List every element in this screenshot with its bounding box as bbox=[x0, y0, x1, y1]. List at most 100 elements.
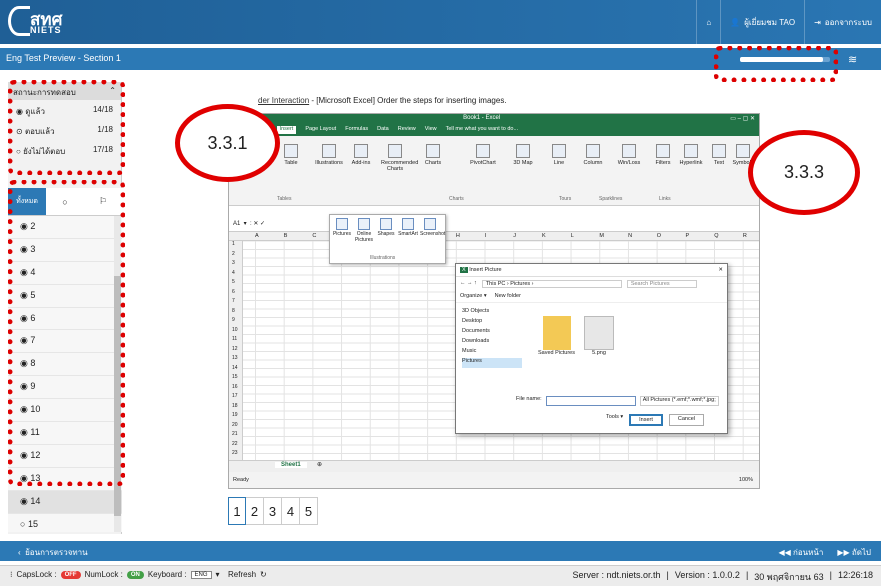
ribbon-button[interactable]: Illustrations bbox=[315, 144, 343, 166]
illustration-option[interactable]: Shapes bbox=[376, 218, 396, 237]
illustration-option[interactable]: Online Pictures bbox=[354, 218, 374, 243]
page-button[interactable]: 5 bbox=[300, 497, 318, 525]
ribbon-group-label: Tables bbox=[277, 196, 292, 202]
illustration-option[interactable]: Pictures bbox=[332, 218, 352, 237]
next-label: ถัดไป bbox=[851, 548, 871, 557]
new-folder-button[interactable]: New folder bbox=[495, 293, 521, 300]
page-button[interactable]: 2 bbox=[246, 497, 264, 525]
page-button[interactable]: 3 bbox=[264, 497, 282, 525]
sheet-tab[interactable]: Sheet1 bbox=[275, 462, 307, 468]
keyboard-lang[interactable]: ENG bbox=[190, 570, 212, 579]
question-item[interactable]: ○ 15 bbox=[8, 513, 122, 532]
image-item[interactable]: 5.png bbox=[584, 316, 614, 356]
illustration-label: Pictures bbox=[332, 231, 352, 237]
user-button[interactable]: 👤 ผู้เยี่ยมชม TAO bbox=[720, 0, 804, 44]
ribbon-label: Win/Loss bbox=[617, 160, 641, 166]
row-header: 21 bbox=[232, 431, 238, 437]
tools-button[interactable]: Tools ▾ bbox=[606, 414, 623, 426]
add-sheet-icon[interactable]: ⊕ bbox=[317, 461, 322, 468]
ribbon-button[interactable]: Line bbox=[545, 144, 573, 166]
folder-tree-item[interactable]: 3D Objects bbox=[462, 308, 522, 318]
column-header: O bbox=[656, 233, 662, 239]
illustration-icon bbox=[336, 218, 348, 230]
folder-tree-item[interactable]: Pictures bbox=[462, 358, 522, 368]
excel-tab[interactable]: Formulas bbox=[345, 126, 368, 134]
folder-item[interactable]: Saved Pictures bbox=[538, 316, 575, 356]
back-review-button[interactable]: ‹ ย้อนการตรวจทาน bbox=[18, 546, 88, 559]
folder-tree-item[interactable]: Desktop bbox=[462, 318, 522, 328]
page-button[interactable]: 4 bbox=[282, 497, 300, 525]
folder-tree-item[interactable]: Downloads bbox=[462, 338, 522, 348]
wifi-icon: ≋ bbox=[848, 54, 858, 66]
annotation-bubble-1: 3.3.1 bbox=[175, 104, 280, 182]
insert-button[interactable]: Insert bbox=[629, 414, 663, 426]
row-header: 3 bbox=[232, 260, 235, 266]
file-name-input[interactable] bbox=[545, 396, 636, 406]
ribbon-button[interactable]: PivotChart bbox=[469, 144, 497, 166]
ribbon-button[interactable]: Win/Loss bbox=[615, 144, 643, 166]
ribbon-icon bbox=[736, 144, 750, 158]
row-header: 7 bbox=[232, 298, 235, 304]
ribbon-icon bbox=[552, 144, 566, 158]
illustration-option[interactable]: Screenshot bbox=[420, 218, 445, 237]
dialog-search[interactable]: Search Pictures bbox=[626, 280, 697, 288]
ribbon-button[interactable]: Filters bbox=[649, 144, 677, 166]
status-bar: ⁝ CapsLock : OFF NumLock : ON Keyboard : ENG ▾… bbox=[0, 565, 881, 586]
ribbon-icon bbox=[426, 144, 440, 158]
ribbon-label: Text bbox=[713, 160, 725, 166]
dialog-path[interactable]: This PC › Pictures › bbox=[481, 280, 622, 288]
row-header: 14 bbox=[232, 364, 238, 371]
ribbon-button[interactable]: 3D Map bbox=[509, 144, 537, 166]
column-header: K bbox=[542, 233, 546, 239]
ribbon-icon bbox=[476, 144, 490, 158]
cancel-button[interactable]: Cancel bbox=[668, 414, 705, 426]
prev-button[interactable]: ◀◀ ก่อนหน้า bbox=[778, 546, 823, 559]
row-header: 2 bbox=[232, 250, 235, 257]
illustration-icon bbox=[380, 218, 392, 230]
section-title: Eng Test Preview - Section 1 bbox=[6, 53, 121, 63]
next-button[interactable]: ▶▶ ถัดไป bbox=[837, 546, 871, 559]
row-header: 6 bbox=[232, 288, 235, 295]
organize-button[interactable]: Organize ▾ bbox=[460, 293, 487, 300]
ribbon-button[interactable]: Charts bbox=[419, 144, 447, 166]
ribbon-button[interactable]: Column bbox=[579, 144, 607, 166]
row-header: 16 bbox=[232, 383, 238, 390]
row-header: 12 bbox=[232, 345, 238, 352]
logout-icon: ⇥ bbox=[814, 17, 821, 27]
excel-tab[interactable]: Insert bbox=[276, 126, 297, 134]
question-item[interactable]: ◉ 14 bbox=[8, 490, 122, 514]
excel-tab[interactable]: View bbox=[425, 126, 437, 134]
home-button[interactable]: ⌂ bbox=[696, 0, 720, 44]
refresh-button[interactable]: Refresh bbox=[228, 570, 256, 579]
refresh-icon[interactable]: ↻ bbox=[260, 570, 267, 579]
illustration-option[interactable]: SmartArt bbox=[398, 218, 418, 237]
page-button[interactable]: 1 bbox=[228, 497, 246, 525]
column-header: B bbox=[283, 233, 288, 239]
folder-tree-item[interactable]: Documents bbox=[462, 328, 522, 338]
file-name-label: File name: bbox=[516, 396, 542, 402]
file-type-select[interactable]: All Pictures (*.emf;*.wmf;*.jpg; bbox=[639, 396, 719, 406]
ribbon-label: Recommended Charts bbox=[381, 160, 419, 172]
close-icon[interactable]: ✕ bbox=[718, 267, 723, 273]
annotation-box-list bbox=[8, 180, 125, 486]
ribbon-button[interactable]: Table bbox=[277, 144, 305, 166]
column-header: P bbox=[685, 233, 690, 239]
excel-tab[interactable]: Page Layout bbox=[305, 126, 336, 134]
logout-button[interactable]: ⇥ ออกจากระบบ bbox=[804, 0, 881, 44]
excel-tab[interactable]: Review bbox=[398, 126, 416, 134]
excel-tab[interactable]: Tell me what you want to do... bbox=[446, 126, 518, 134]
illustration-icon bbox=[358, 218, 370, 230]
ribbon-group-label: Tours bbox=[559, 196, 572, 202]
ribbon-button[interactable]: Recommended Charts bbox=[381, 144, 418, 172]
excel-ribbon-tabs: FileHomeInsertPage LayoutFormulasDataRev… bbox=[229, 124, 759, 136]
ribbon-icon bbox=[388, 144, 402, 158]
ribbon-icon bbox=[516, 144, 530, 158]
ribbon-button[interactable]: Add-ins bbox=[347, 144, 375, 166]
excel-tab[interactable]: Data bbox=[377, 126, 389, 134]
capslock-badge: OFF bbox=[60, 570, 81, 579]
ribbon-button[interactable]: Hyperlink bbox=[677, 144, 705, 166]
folder-tree-item[interactable]: Music bbox=[462, 348, 522, 358]
ribbon-group-label: Charts bbox=[449, 196, 464, 202]
row-header: 19 bbox=[232, 412, 238, 418]
ribbon-label: Add-ins bbox=[351, 160, 371, 166]
